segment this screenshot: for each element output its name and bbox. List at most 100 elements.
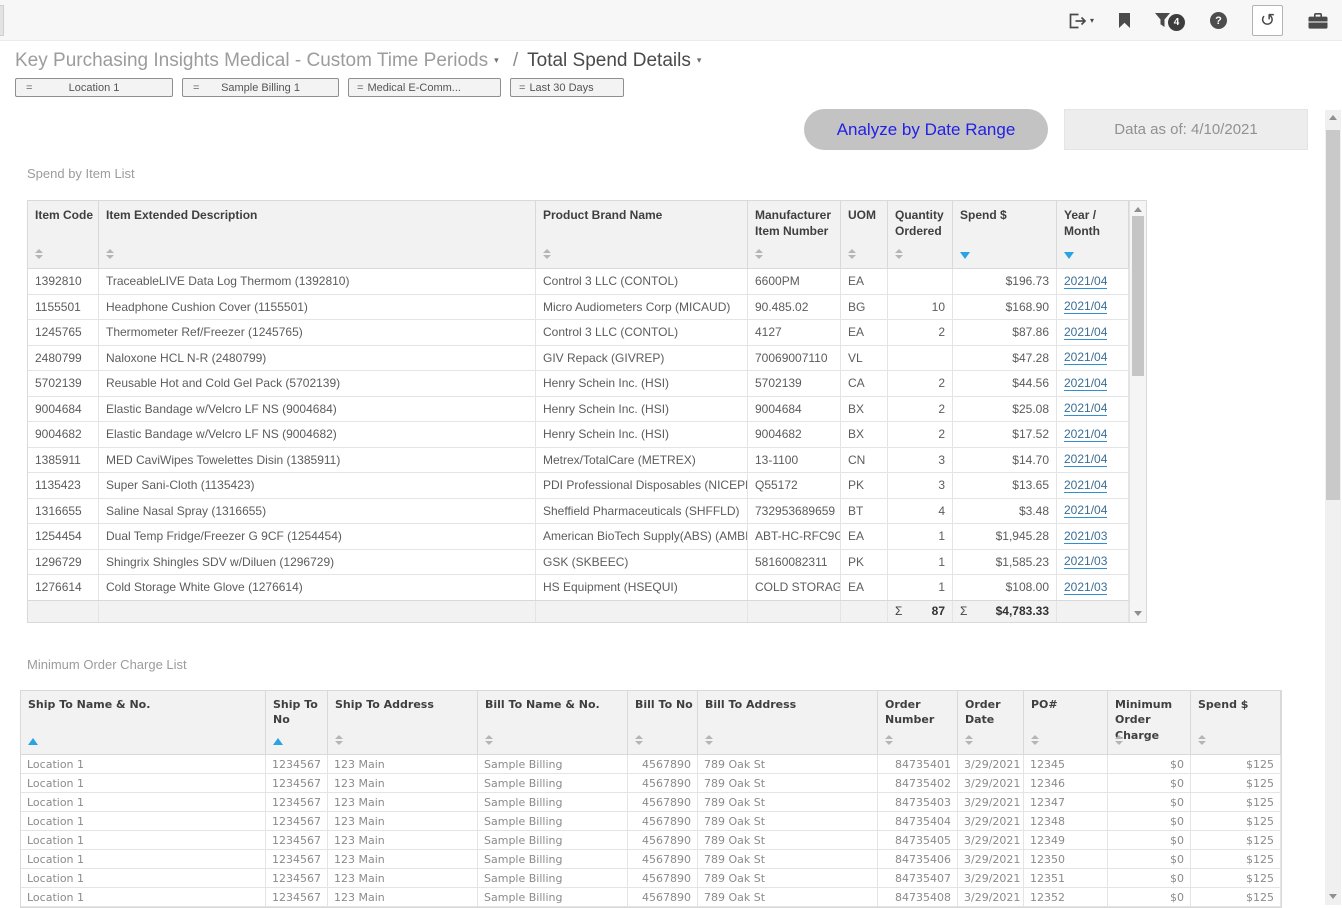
table-cell[interactable]: 12352: [1024, 888, 1108, 906]
table-cell[interactable]: $196.73: [953, 269, 1057, 294]
year-month-link[interactable]: 2021/04: [1064, 299, 1107, 314]
scroll-down-arrow-icon[interactable]: [1134, 611, 1142, 616]
column-header[interactable]: Item Extended Description: [99, 201, 536, 268]
table-cell[interactable]: 3/29/2021: [958, 812, 1024, 830]
table-cell[interactable]: 789 Oak St: [698, 812, 878, 830]
table-cell[interactable]: 5702139: [28, 371, 99, 396]
scroll-down-arrow-icon[interactable]: [1329, 894, 1337, 899]
table-cell[interactable]: $44.56: [953, 371, 1057, 396]
analyze-by-date-range-button[interactable]: Analyze by Date Range: [804, 109, 1048, 150]
table-cell[interactable]: 13-1100: [748, 448, 841, 473]
export-button[interactable]: ▾: [1068, 13, 1094, 29]
column-header[interactable]: Ship To Address: [328, 691, 478, 754]
column-header[interactable]: Ship To No: [266, 691, 328, 754]
table-cell[interactable]: Location 1: [21, 812, 266, 830]
column-header[interactable]: Order Number: [878, 691, 958, 754]
column-header[interactable]: Quantity Ordered: [888, 201, 953, 268]
table-cell[interactable]: MED CaviWipes Towelettes Disin (1385911): [99, 448, 536, 473]
table-cell[interactable]: COLD STORAGE: [748, 575, 841, 600]
table-cell[interactable]: Naloxone HCL N-R (2480799): [99, 346, 536, 371]
table-cell[interactable]: $0: [1108, 850, 1191, 868]
year-month-link[interactable]: 2021/04: [1064, 452, 1107, 467]
table-cell[interactable]: 1234567: [266, 793, 328, 811]
table-cell[interactable]: 84735405: [878, 831, 958, 849]
table-cell[interactable]: 84735406: [878, 850, 958, 868]
scrollbar-thumb[interactable]: [1132, 216, 1144, 376]
table-cell[interactable]: 4567890: [628, 850, 698, 868]
table-cell[interactable]: 84735407: [878, 869, 958, 887]
column-header[interactable]: Ship To Name & No.: [21, 691, 266, 754]
table-cell[interactable]: American BioTech Supply(ABS) (AMBI...: [536, 524, 748, 549]
refresh-button[interactable]: ↺: [1252, 5, 1283, 36]
table-cell[interactable]: 1296729: [28, 550, 99, 575]
table-cell[interactable]: 84735401: [878, 755, 958, 773]
table-cell[interactable]: $168.90: [953, 295, 1057, 320]
table-cell[interactable]: $0: [1108, 888, 1191, 906]
scrollbar-thumb[interactable]: [1326, 130, 1340, 500]
table-cell[interactable]: 123 Main: [328, 755, 478, 773]
table-cell[interactable]: 2: [888, 422, 953, 447]
table-cell[interactable]: 1392810: [28, 269, 99, 294]
table-cell[interactable]: 12347: [1024, 793, 1108, 811]
table-cell[interactable]: 9004684: [748, 397, 841, 422]
table-cell[interactable]: $0: [1108, 793, 1191, 811]
table-cell[interactable]: 789 Oak St: [698, 793, 878, 811]
column-header[interactable]: UOM: [841, 201, 888, 268]
table-cell[interactable]: Location 1: [21, 755, 266, 773]
table-cell[interactable]: GIV Repack (GIVREP): [536, 346, 748, 371]
table-cell[interactable]: 4: [888, 499, 953, 524]
table-cell[interactable]: Location 1: [21, 850, 266, 868]
scroll-up-arrow-icon[interactable]: [1134, 207, 1142, 212]
table-cell[interactable]: 1234567: [266, 812, 328, 830]
column-header[interactable]: Manufacturer Item Number: [748, 201, 841, 268]
table-cell[interactable]: 4127: [748, 320, 841, 345]
column-header[interactable]: Spend $: [1191, 691, 1281, 754]
table-cell[interactable]: $125: [1191, 812, 1281, 830]
table-cell[interactable]: 10: [888, 295, 953, 320]
table-cell[interactable]: 4567890: [628, 812, 698, 830]
filter-chip[interactable]: =Location 1: [15, 78, 173, 97]
scroll-up-arrow-icon[interactable]: [1329, 115, 1337, 120]
table-cell[interactable]: $25.08: [953, 397, 1057, 422]
table-cell[interactable]: 3/29/2021: [958, 831, 1024, 849]
table-cell[interactable]: TraceableLIVE Data Log Thermom (1392810): [99, 269, 536, 294]
table-cell[interactable]: 3/29/2021: [958, 869, 1024, 887]
table-cell[interactable]: Reusable Hot and Cold Gel Pack (5702139): [99, 371, 536, 396]
table-cell[interactable]: Sample Billing: [478, 831, 628, 849]
table-cell[interactable]: Sample Billing: [478, 774, 628, 792]
table-cell[interactable]: CA: [841, 371, 888, 396]
table-cell[interactable]: Sample Billing: [478, 869, 628, 887]
filter-button[interactable]: 4: [1155, 10, 1185, 31]
column-header[interactable]: Bill To No: [628, 691, 698, 754]
table-cell[interactable]: Elastic Bandage w/Velcro LF NS (9004684): [99, 397, 536, 422]
table-cell[interactable]: 1385911: [28, 448, 99, 473]
table-cell[interactable]: 1155501: [28, 295, 99, 320]
table-cell[interactable]: $0: [1108, 869, 1191, 887]
table-cell[interactable]: $14.70: [953, 448, 1057, 473]
year-month-link[interactable]: 2021/03: [1064, 529, 1107, 544]
table-cell[interactable]: CN: [841, 448, 888, 473]
filter-chip[interactable]: =Medical E-Comm...: [348, 78, 501, 97]
table-cell[interactable]: Metrex/TotalCare (METREX): [536, 448, 748, 473]
filter-chip[interactable]: =Last 30 Days: [510, 78, 624, 97]
table-cell[interactable]: 789 Oak St: [698, 850, 878, 868]
table-cell[interactable]: 12351: [1024, 869, 1108, 887]
table-cell[interactable]: 84735402: [878, 774, 958, 792]
column-header[interactable]: Year / Month: [1057, 201, 1129, 268]
table-cell[interactable]: $0: [1108, 812, 1191, 830]
table-cell[interactable]: $125: [1191, 831, 1281, 849]
table-cell[interactable]: Location 1: [21, 831, 266, 849]
column-header[interactable]: Item Code: [28, 201, 99, 268]
column-header[interactable]: Bill To Name & No.: [478, 691, 628, 754]
table-cell[interactable]: 3: [888, 473, 953, 498]
table-cell[interactable]: 123 Main: [328, 793, 478, 811]
column-header[interactable]: Order Date: [958, 691, 1024, 754]
year-month-link[interactable]: 2021/03: [1064, 580, 1107, 595]
table-cell[interactable]: 1234567: [266, 774, 328, 792]
table-cell[interactable]: Location 1: [21, 774, 266, 792]
table-cell[interactable]: 789 Oak St: [698, 869, 878, 887]
briefcase-button[interactable]: [1308, 13, 1328, 29]
year-month-link[interactable]: 2021/04: [1064, 427, 1107, 442]
table-cell[interactable]: 84735404: [878, 812, 958, 830]
table-cell[interactable]: Saline Nasal Spray (1316655): [99, 499, 536, 524]
